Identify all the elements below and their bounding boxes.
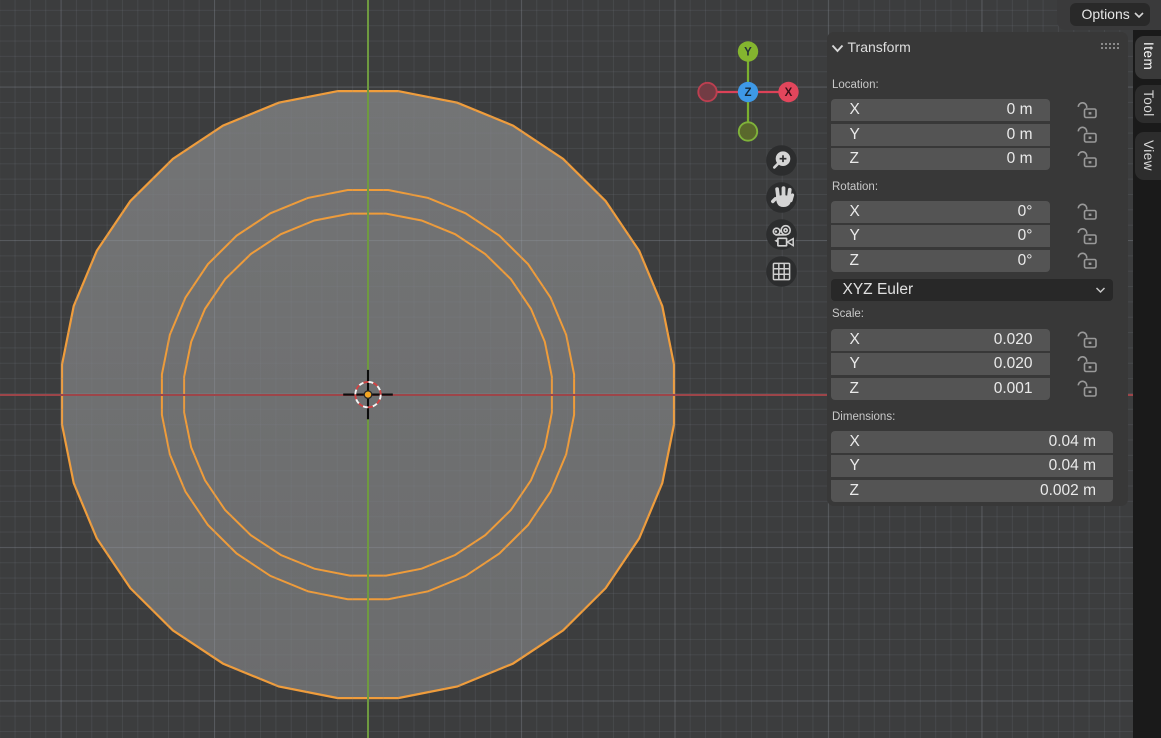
- svg-text:Z: Z: [744, 87, 751, 99]
- svg-text:Y: Y: [744, 47, 752, 59]
- svg-text:X: X: [785, 87, 793, 99]
